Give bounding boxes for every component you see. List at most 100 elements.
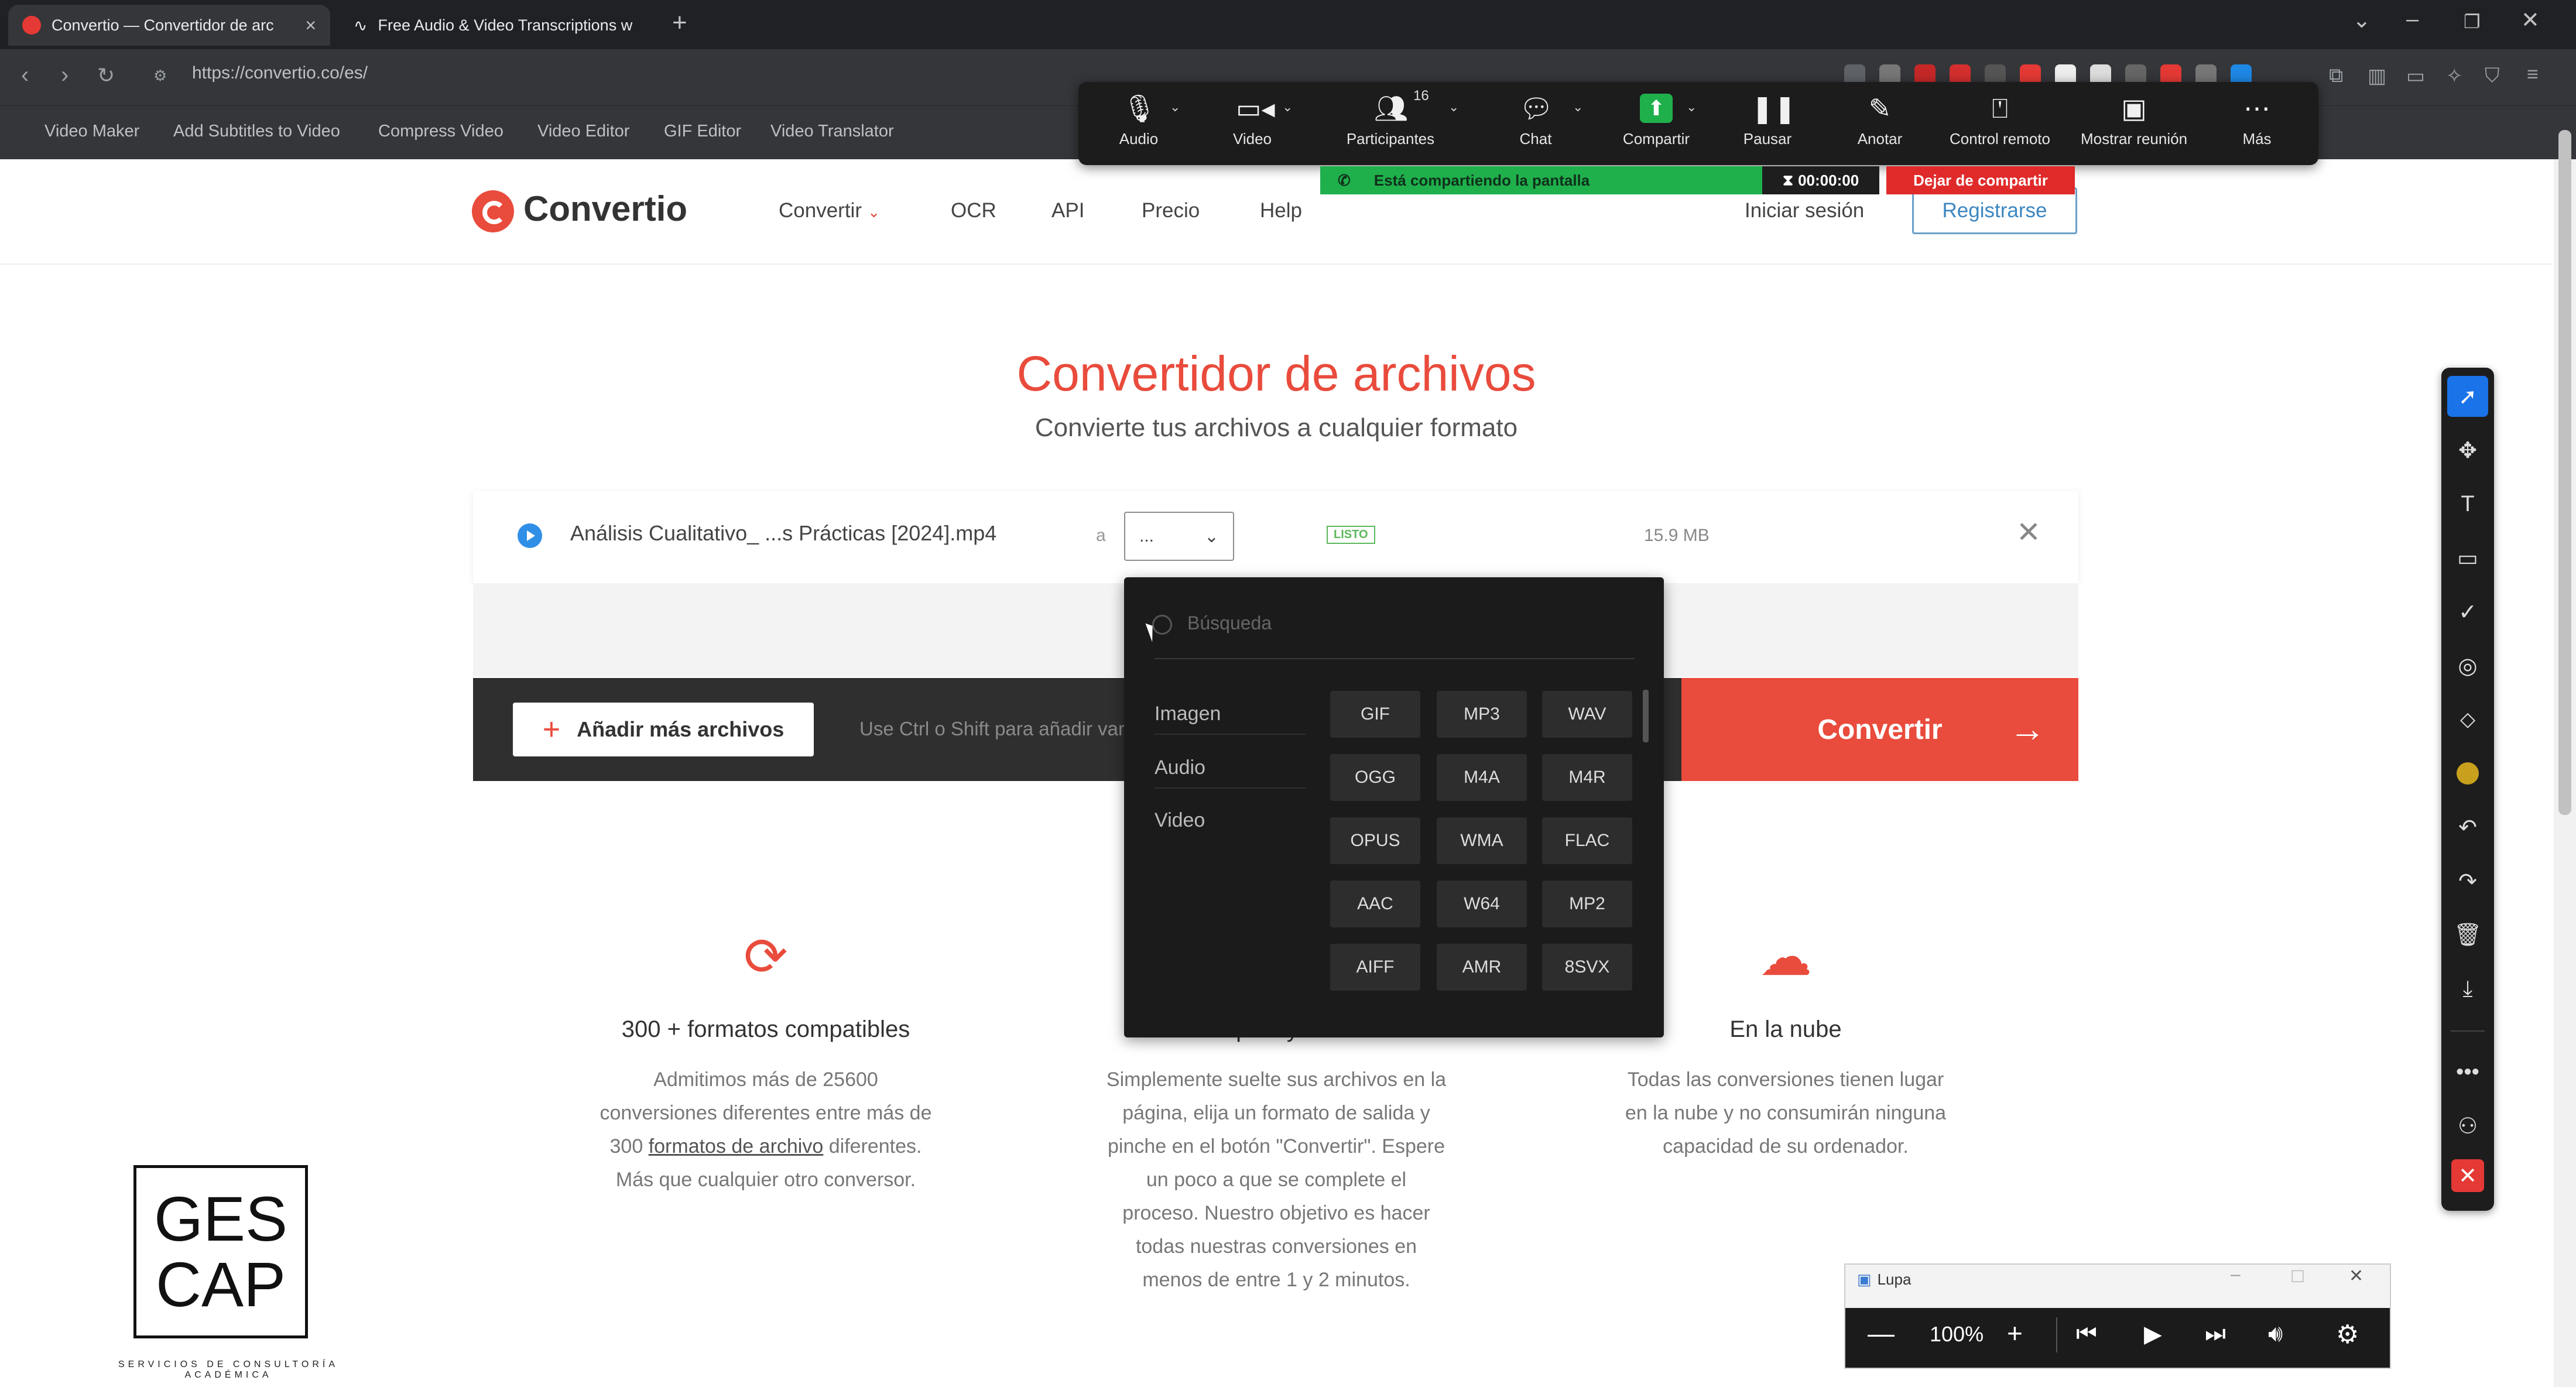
login-link[interactable]: Iniciar sesión xyxy=(1745,199,1864,222)
back-icon[interactable]: ‹ xyxy=(21,62,29,88)
eraser-tool-icon[interactable]: ⬦ xyxy=(2447,699,2488,740)
forward-icon[interactable]: › xyxy=(61,62,68,88)
trash-icon[interactable]: 🗑︎ xyxy=(2447,915,2488,956)
share-button[interactable]: ⬆ Compartir xyxy=(1606,88,1706,148)
category-imagen[interactable]: Imagen xyxy=(1155,703,1306,735)
maximize-button[interactable]: ❐ xyxy=(2464,11,2481,33)
nav-precio[interactable]: Precio xyxy=(1142,199,1200,222)
category-audio[interactable]: Audio xyxy=(1155,756,1306,789)
reload-icon[interactable]: ↻ xyxy=(97,63,115,88)
format-option-aiff[interactable]: AIFF xyxy=(1330,944,1420,991)
category-video[interactable]: Video xyxy=(1155,809,1306,840)
more-options-icon[interactable]: ••• xyxy=(2447,1052,2488,1093)
format-option-mp3[interactable]: MP3 xyxy=(1437,691,1527,738)
video-button[interactable]: ▭◂ Video xyxy=(1203,88,1302,148)
format-option-amr[interactable]: AMR xyxy=(1437,944,1527,991)
previous-icon[interactable]: ⏮︎ xyxy=(2076,1321,2097,1347)
select-pointer-icon[interactable]: ➚ xyxy=(2447,376,2488,417)
sidebar-icon[interactable]: ▥ xyxy=(2368,64,2386,88)
pause-button[interactable]: ❚❚ Pausar xyxy=(1718,88,1817,148)
settings-gear-icon[interactable]: ⚙ xyxy=(2336,1320,2359,1350)
checkmark-tool-icon[interactable]: ✓ xyxy=(2447,591,2488,632)
format-select[interactable]: ... ⌄ xyxy=(1124,512,1234,561)
site-logo[interactable]: Convertio xyxy=(472,189,687,233)
move-cross-icon[interactable]: ✥ xyxy=(2447,430,2488,471)
play-icon[interactable] xyxy=(518,523,542,548)
show-meeting-button[interactable]: ▣ Mostrar reunión xyxy=(2073,88,2195,148)
tab-search-icon[interactable]: ⌄ xyxy=(2352,7,2371,33)
nav-help[interactable]: Help xyxy=(1260,199,1302,222)
browser-tab-active[interactable]: Convertio — Convertidor de arc × xyxy=(8,5,330,46)
format-option-m4a[interactable]: M4A xyxy=(1437,754,1527,801)
format-option-wav[interactable]: WAV xyxy=(1542,691,1632,738)
redo-icon[interactable]: ↷ xyxy=(2447,861,2488,902)
nav-api[interactable]: API xyxy=(1051,199,1084,222)
new-tab-button[interactable]: + xyxy=(672,8,687,37)
format-option-opus[interactable]: OPUS xyxy=(1330,817,1420,864)
chat-button[interactable]: 💬︎ Chat xyxy=(1486,88,1585,148)
close-annotation-icon[interactable]: ✕ xyxy=(2451,1159,2484,1192)
user-settings-icon[interactable]: ⚇ xyxy=(2447,1105,2488,1146)
format-option-gif[interactable]: GIF xyxy=(1330,691,1420,738)
color-picker-icon[interactable] xyxy=(2447,753,2488,794)
dropdown-scrollbar[interactable] xyxy=(1643,690,1649,742)
remote-control-button[interactable]: ⍞ Control remoto xyxy=(1941,88,2058,148)
shield-icon[interactable]: ⛉ xyxy=(2485,64,2500,87)
file-formats-link[interactable]: formatos de archivo xyxy=(649,1135,824,1157)
wallet-icon[interactable]: ▭ xyxy=(2406,64,2425,88)
browser-tab[interactable]: ∿ Free Audio & Video Transcriptions w xyxy=(340,5,662,46)
participants-chevron-icon[interactable]: ⌄ xyxy=(1448,100,1459,115)
close-window-button[interactable]: ✕ xyxy=(2521,7,2540,33)
magnifier-minimize-button[interactable]: – xyxy=(2231,1265,2241,1285)
add-more-files-button[interactable]: + Añadir más archivos xyxy=(513,703,814,756)
site-info-icon[interactable]: ⚙ xyxy=(153,67,167,85)
share-chevron-icon[interactable]: ⌄ xyxy=(1686,100,1697,115)
format-option-flac[interactable]: FLAC xyxy=(1542,817,1632,864)
video-options-chevron-icon[interactable]: ⌄ xyxy=(1282,100,1293,115)
format-option-8svx[interactable]: 8SVX xyxy=(1542,944,1632,991)
audio-button[interactable]: 🎙︎ Audio xyxy=(1089,88,1188,148)
format-option-w64[interactable]: W64 xyxy=(1437,881,1527,927)
remove-file-icon[interactable]: ✕ xyxy=(2016,515,2041,549)
stop-sharing-button[interactable]: Dejar de compartir xyxy=(1886,166,2075,194)
magnifier-maximize-button[interactable]: ☐ xyxy=(2290,1267,2305,1286)
magnifier-close-button[interactable]: ✕ xyxy=(2349,1266,2363,1286)
bookmark-video-translator[interactable]: Video Translator xyxy=(770,122,894,141)
register-button[interactable]: Registrarse xyxy=(1912,187,2077,234)
undo-icon[interactable]: ↶ xyxy=(2447,807,2488,848)
menu-icon[interactable]: ≡ xyxy=(2527,63,2539,86)
ai-sparkle-icon[interactable]: ✧ xyxy=(2446,64,2463,88)
close-tab-icon[interactable]: × xyxy=(305,15,316,36)
sharing-timer[interactable]: ⧗ 00:00:00 xyxy=(1762,166,1879,194)
zoom-out-icon[interactable]: — xyxy=(1868,1317,1895,1349)
url-field[interactable]: https://convertio.co/es/ xyxy=(192,63,368,83)
bookmark-compress-video[interactable]: Compress Video xyxy=(378,122,503,141)
download-icon[interactable]: ⤓ xyxy=(2447,968,2488,1009)
nav-convertir[interactable]: Convertir ⌄ xyxy=(779,199,881,222)
bookmark-video-editor[interactable]: Video Editor xyxy=(537,122,629,141)
bookmark-gif-editor[interactable]: GIF Editor xyxy=(664,122,741,141)
more-button[interactable]: ⋯ Más xyxy=(2207,88,2307,148)
chat-chevron-icon[interactable]: ⌄ xyxy=(1573,100,1583,115)
rectangle-tool-icon[interactable]: ▭ xyxy=(2447,537,2488,578)
annotate-button[interactable]: ✎ Anotar xyxy=(1830,88,1930,148)
format-option-aac[interactable]: AAC xyxy=(1330,881,1420,927)
scrollbar-thumb[interactable] xyxy=(2558,130,2571,815)
bookmark-add-subtitles[interactable]: Add Subtitles to Video xyxy=(173,122,340,141)
next-icon[interactable]: ⏭︎ xyxy=(2205,1321,2226,1347)
format-option-ogg[interactable]: OGG xyxy=(1330,754,1420,801)
format-option-mp2[interactable]: MP2 xyxy=(1542,881,1632,927)
extensions-puzzle-icon[interactable]: ⧉ xyxy=(2329,64,2343,87)
tab-title: Convertio — Convertidor de arc xyxy=(52,16,274,34)
format-option-wma[interactable]: WMA xyxy=(1437,817,1527,864)
nav-ocr[interactable]: OCR xyxy=(951,199,996,222)
format-option-m4r[interactable]: M4R xyxy=(1542,754,1632,801)
play-icon[interactable]: ▶ xyxy=(2144,1321,2162,1348)
bookmark-video-maker[interactable]: Video Maker xyxy=(44,122,139,141)
read-aloud-icon[interactable]: 🔊︎ xyxy=(2268,1321,2283,1347)
minimize-button[interactable]: – xyxy=(2406,7,2419,32)
text-tool-icon[interactable]: T xyxy=(2447,484,2488,525)
zoom-in-icon[interactable]: + xyxy=(2007,1317,2023,1349)
audio-options-chevron-icon[interactable]: ⌄ xyxy=(1170,100,1180,115)
spotlight-tool-icon[interactable]: ◎ xyxy=(2447,645,2488,686)
